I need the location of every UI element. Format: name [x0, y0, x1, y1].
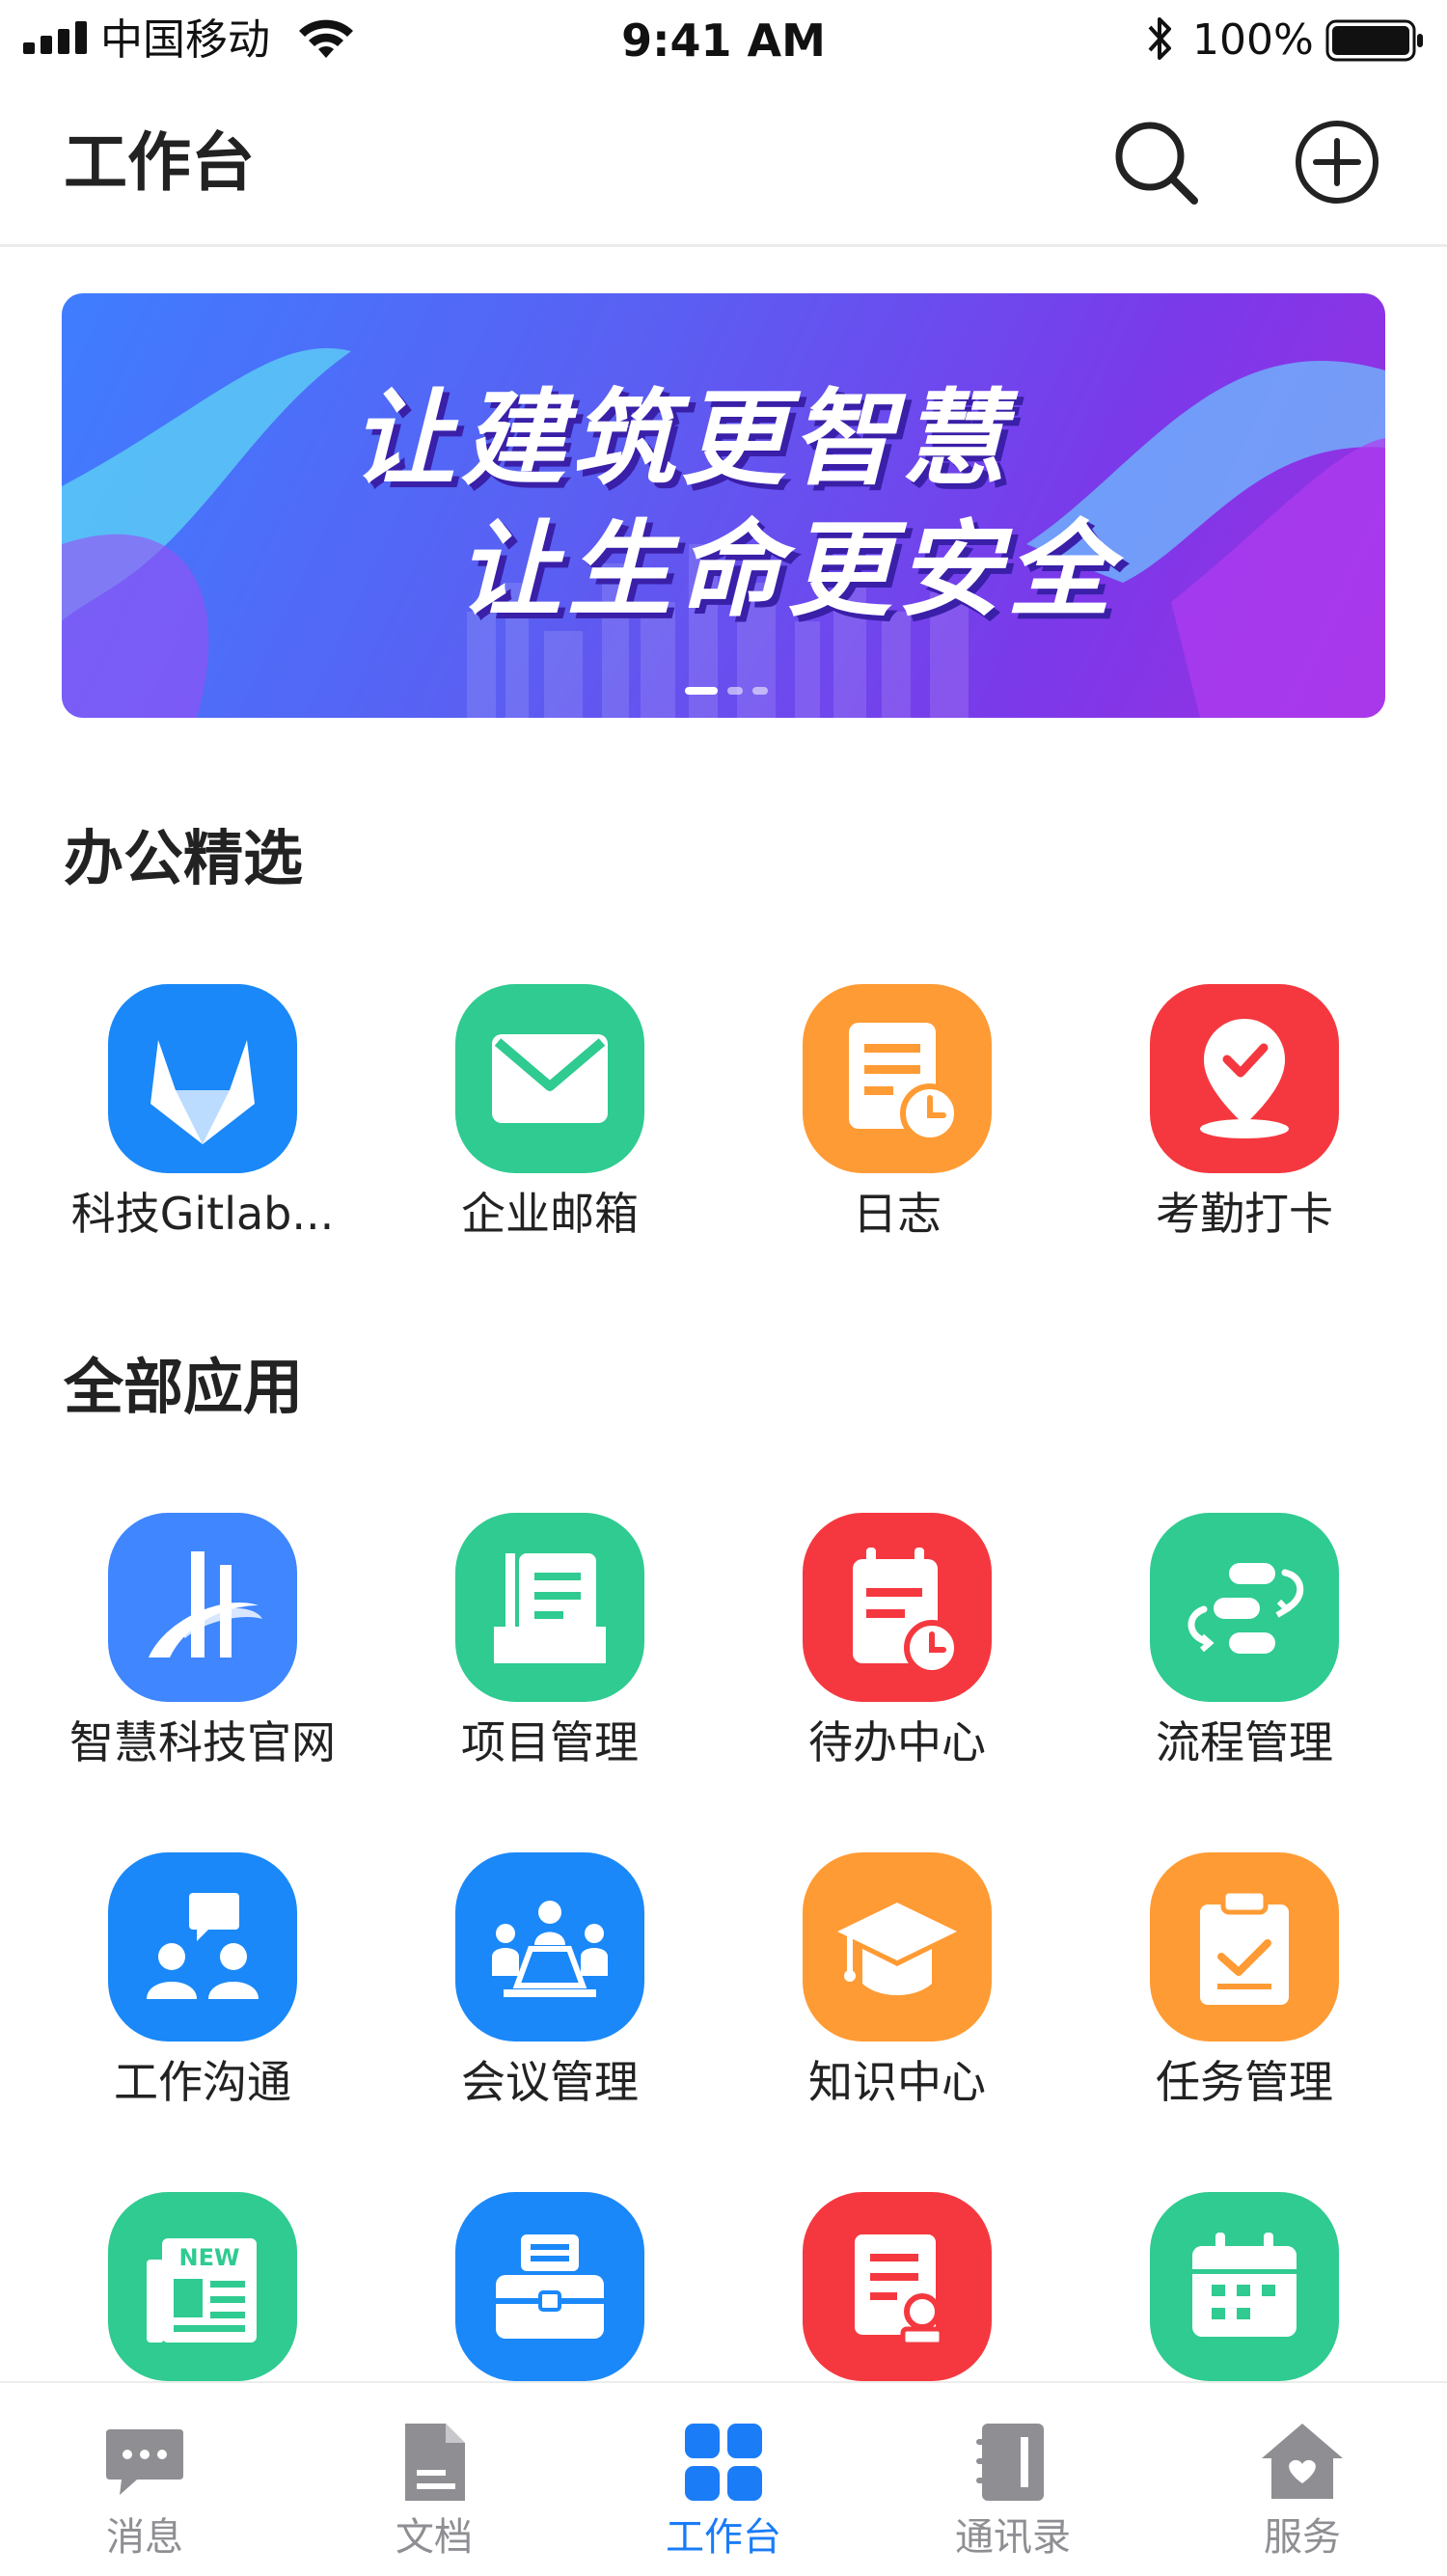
house-heart-icon [1262, 2424, 1343, 2499]
briefcase-icon [455, 2192, 644, 2381]
tab-label: 消息 [106, 2515, 183, 2560]
tab-workbench[interactable]: 工作台 [579, 2383, 868, 2576]
tab-label: 服务 [1264, 2515, 1341, 2560]
banner-background-art [62, 347, 1385, 718]
chat-icon [106, 2429, 183, 2495]
app-label: 企业邮箱 [461, 1188, 639, 1240]
communication-icon [108, 1852, 297, 2042]
todo-icon [803, 1513, 992, 1702]
document-stamp-icon [803, 2192, 992, 2381]
page-dot [727, 687, 743, 695]
app-task-management[interactable]: 任务管理 [1071, 1852, 1418, 2132]
search-icon[interactable] [1109, 116, 1202, 208]
app-label: 会议管理 [461, 2056, 639, 2108]
calendar-icon [1150, 2192, 1339, 2381]
tab-messages[interactable]: 消息 [0, 2383, 289, 2576]
status-bar: 中国移动 9:41 AM 100% [0, 0, 1447, 81]
app-work-communication[interactable]: 工作沟通 [29, 1852, 376, 2132]
app-label: 科技Gitlab... [70, 1188, 335, 1240]
tab-documents[interactable]: 文档 [289, 2383, 579, 2576]
app-label: 工作沟通 [114, 2056, 291, 2108]
project-icon [455, 1513, 644, 1702]
app-label: 待办中心 [808, 1716, 986, 1768]
tab-label: 通讯录 [955, 2515, 1071, 2560]
app-official-website[interactable]: 智慧科技官网 [29, 1513, 376, 1793]
website-logo-icon [108, 1513, 297, 1702]
banner-headline-1: 让建筑更智慧 [351, 379, 1012, 500]
mail-icon [455, 984, 644, 1173]
page-header: 工作台 [0, 81, 1447, 247]
app-label: 流程管理 [1156, 1716, 1333, 1768]
section-title-featured: 办公精选 [64, 823, 304, 893]
graduation-cap-icon [803, 1852, 992, 2042]
tab-contacts[interactable]: 通讯录 [868, 2383, 1158, 2576]
process-icon [1150, 1513, 1339, 1702]
app-label: 考勤打卡 [1156, 1188, 1333, 1240]
page-dot-active [685, 687, 718, 695]
promo-banner[interactable]: 让建筑更智慧 让生命更安全 [62, 293, 1385, 718]
meeting-icon [455, 1852, 644, 2042]
location-check-icon [1150, 984, 1339, 1173]
tab-services[interactable]: 服务 [1158, 2383, 1447, 2576]
app-label: 任务管理 [1156, 2056, 1333, 2108]
banner-headline-2: 让生命更安全 [457, 510, 1118, 631]
app-label: 知识中心 [808, 2056, 986, 2108]
news-badge-text: NEW [179, 2244, 240, 2271]
page-title: 工作台 [64, 125, 255, 200]
app-enterprise-mail[interactable]: 企业邮箱 [376, 984, 724, 1264]
app-attendance[interactable]: 考勤打卡 [1071, 984, 1418, 1264]
app-label: 日志 [853, 1188, 942, 1240]
document-icon [405, 2424, 465, 2501]
news-icon: NEW [108, 2192, 297, 2381]
app-gitlab[interactable]: 科技Gitlab... [29, 984, 376, 1264]
add-circle-icon[interactable] [1293, 118, 1381, 206]
battery-percentage: 100% [1192, 15, 1314, 65]
contacts-icon [976, 2424, 1044, 2501]
tab-label: 文档 [396, 2515, 473, 2560]
app-knowledge-center[interactable]: 知识中心 [724, 1852, 1071, 2132]
tab-label: 工作台 [666, 2515, 781, 2560]
app-process-management[interactable]: 流程管理 [1071, 1513, 1418, 1793]
log-icon [803, 984, 992, 1173]
section-title-all-apps: 全部应用 [64, 1352, 304, 1422]
app-label: 智慧科技官网 [69, 1716, 336, 1768]
battery-icon [1325, 19, 1423, 62]
clipboard-check-icon [1150, 1852, 1339, 2042]
bluetooth-icon [1148, 17, 1171, 60]
app-project-management[interactable]: 项目管理 [376, 1513, 724, 1793]
app-todo-center[interactable]: 待办中心 [724, 1513, 1071, 1793]
app-label: 项目管理 [461, 1716, 639, 1768]
grid-icon [685, 2424, 762, 2501]
gitlab-icon [108, 984, 297, 1173]
app-log[interactable]: 日志 [724, 984, 1071, 1264]
page-dot [752, 687, 768, 695]
app-meeting-management[interactable]: 会议管理 [376, 1852, 724, 2132]
banner-page-indicator [685, 687, 801, 699]
bottom-tab-bar: 消息 文档 工作台 通讯录 服务 [0, 2381, 1447, 2576]
